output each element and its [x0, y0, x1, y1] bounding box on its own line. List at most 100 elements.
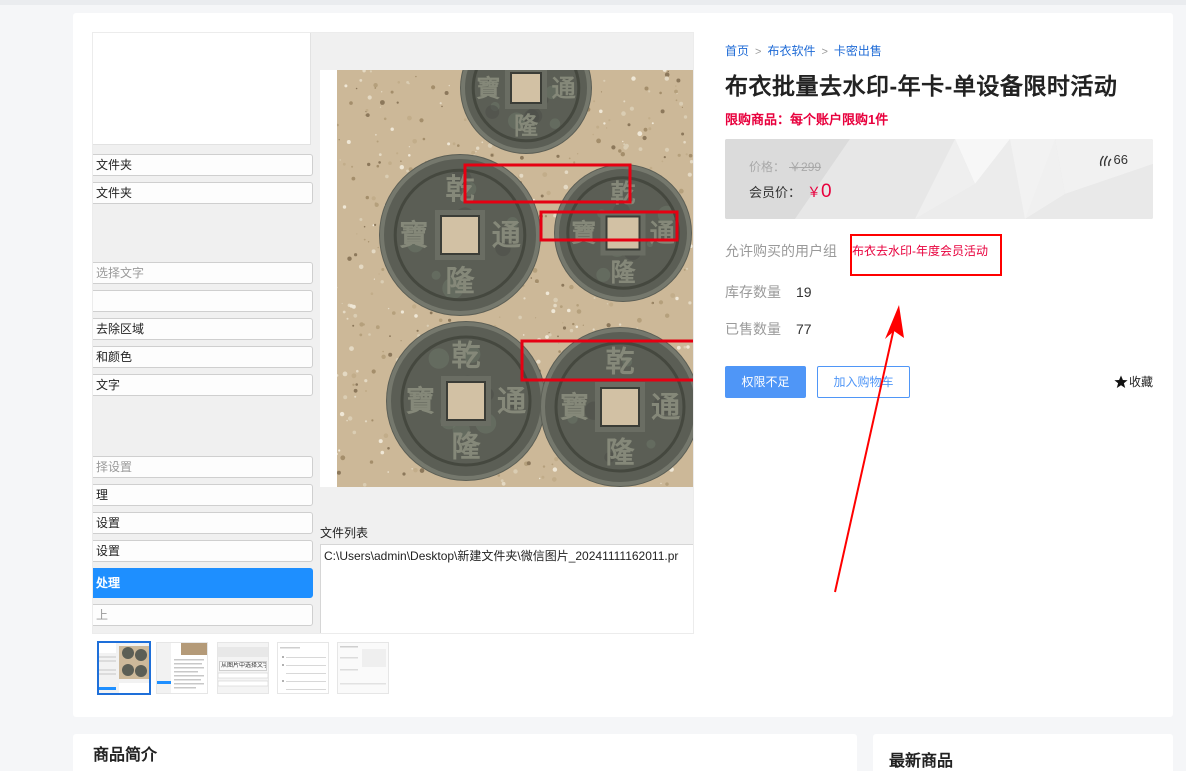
add-to-cart-button[interactable]: 加入购物车: [817, 366, 910, 398]
granite-speckle: [452, 142, 456, 146]
breadcrumb-home[interactable]: 首页: [725, 44, 749, 58]
granite-speckle: [548, 332, 550, 334]
breadcrumb-subcategory[interactable]: 卡密出售: [834, 44, 882, 58]
granite-speckle: [557, 335, 559, 338]
coin-inscription-bottom: 隆: [605, 436, 635, 470]
granite-speckle: [596, 138, 601, 144]
thumbnail-3[interactable]: 从图片中选择文字: [218, 643, 268, 693]
flame-icon: [1099, 155, 1112, 166]
product-intro-card: 商品简介: [73, 734, 857, 771]
granite-speckle: [387, 307, 390, 310]
granite-speckle: [374, 87, 377, 89]
app-button-color: 和颜色: [93, 346, 313, 368]
thumb-panel: [362, 649, 386, 667]
granite-speckle: [431, 85, 436, 90]
member-price-amount: 0: [821, 181, 832, 202]
granite-speckle: [371, 249, 376, 254]
granite-speckle: [448, 318, 452, 322]
granite-speckle: [463, 118, 467, 121]
coin-inscription-left: 寶: [406, 384, 435, 418]
granite-speckle: [554, 457, 559, 462]
app-button-select-settings: 择设置: [93, 456, 313, 478]
thumbnail-image: [278, 643, 328, 693]
buy-button[interactable]: 权限不足: [725, 366, 806, 398]
granite-speckle: [540, 194, 544, 198]
member-price-currency: ￥: [807, 184, 822, 200]
granite-speckle: [388, 161, 392, 165]
granite-speckle: [438, 318, 443, 323]
granite-speckle: [592, 328, 595, 331]
coin-inscription-left: 寶: [571, 219, 596, 248]
flame-icon-stroke: [1103, 155, 1108, 166]
thumb-coin: [122, 647, 134, 659]
thumb-line: [280, 647, 300, 649]
granite-speckle: [376, 140, 379, 143]
granite-speckle: [530, 277, 533, 279]
granite-speckle: [649, 166, 653, 170]
granite-speckle: [658, 300, 664, 305]
thumb-line: [99, 673, 116, 675]
granite-speckle: [411, 468, 413, 470]
granite-speckle: [444, 91, 449, 95]
granite-speckle: [380, 100, 385, 105]
granite-speckle: [338, 449, 341, 452]
granite-speckle: [564, 170, 569, 174]
granite-speckle: [542, 465, 546, 468]
granite-speckle: [363, 225, 366, 228]
granite-speckle: [520, 155, 524, 160]
latest-products-title: 最新商品: [889, 753, 954, 770]
granite-speckle: [351, 176, 356, 181]
granite-speckle: [342, 371, 348, 377]
granite-speckle: [567, 308, 571, 313]
granite-speckle: [376, 164, 380, 168]
coin-inscription-top: 乾: [605, 344, 634, 378]
granite-speckle: [371, 369, 376, 374]
granite-speckle: [593, 100, 596, 103]
product-title: 布衣批量去水印-年卡-单设备限时活动: [725, 73, 1118, 99]
granite-speckle: [342, 310, 346, 314]
granite-speckle: [600, 91, 603, 93]
thumbnail-4[interactable]: [278, 643, 328, 693]
granite-speckle: [683, 345, 687, 349]
granite-speckle: [408, 82, 410, 85]
header-strip: [0, 0, 1186, 5]
thumb-line: [174, 667, 204, 669]
star-icon: [1114, 375, 1128, 388]
granite-speckle: [548, 333, 552, 337]
granite-speckle: [415, 75, 417, 78]
favorite-button[interactable]: 收藏: [1114, 375, 1153, 389]
sold-label: 已售数量: [725, 321, 781, 337]
granite-speckle: [611, 145, 616, 150]
granite-speckle: [429, 311, 433, 315]
thumbnail-2[interactable]: [157, 643, 207, 693]
granite-speckle: [592, 133, 594, 136]
thumb-line: [286, 665, 326, 666]
granite-speckle: [553, 303, 557, 308]
granite-speckle: [378, 439, 383, 444]
coin-inscription-bottom: 隆: [445, 264, 475, 298]
thumb-line: [340, 683, 386, 685]
granite-speckle: [558, 350, 561, 353]
granite-speckle: [569, 284, 574, 290]
thumbnail-image: [157, 643, 207, 693]
granite-speckle: [348, 416, 353, 421]
granite-speckle: [413, 468, 418, 473]
granite-speckle: [599, 109, 603, 114]
granite-speckle: [374, 202, 379, 207]
granite-speckle: [676, 345, 681, 350]
granite-speckle: [575, 325, 579, 329]
granite-speckle: [368, 333, 371, 336]
granite-speckle: [568, 157, 571, 160]
granite-speckle: [664, 147, 670, 152]
granite-speckle: [367, 241, 370, 243]
granite-speckle: [447, 142, 451, 146]
breadcrumb-category[interactable]: 布衣软件: [767, 44, 815, 58]
granite-speckle: [631, 76, 636, 81]
granite-speckle: [573, 161, 576, 164]
thumbnail-5[interactable]: [338, 643, 388, 693]
thumb-dot: [282, 656, 284, 658]
granite-speckle: [371, 196, 376, 201]
granite-speckle: [526, 461, 531, 466]
breadcrumb-separator: >: [755, 46, 762, 58]
thumbnail-1[interactable]: [99, 643, 149, 693]
